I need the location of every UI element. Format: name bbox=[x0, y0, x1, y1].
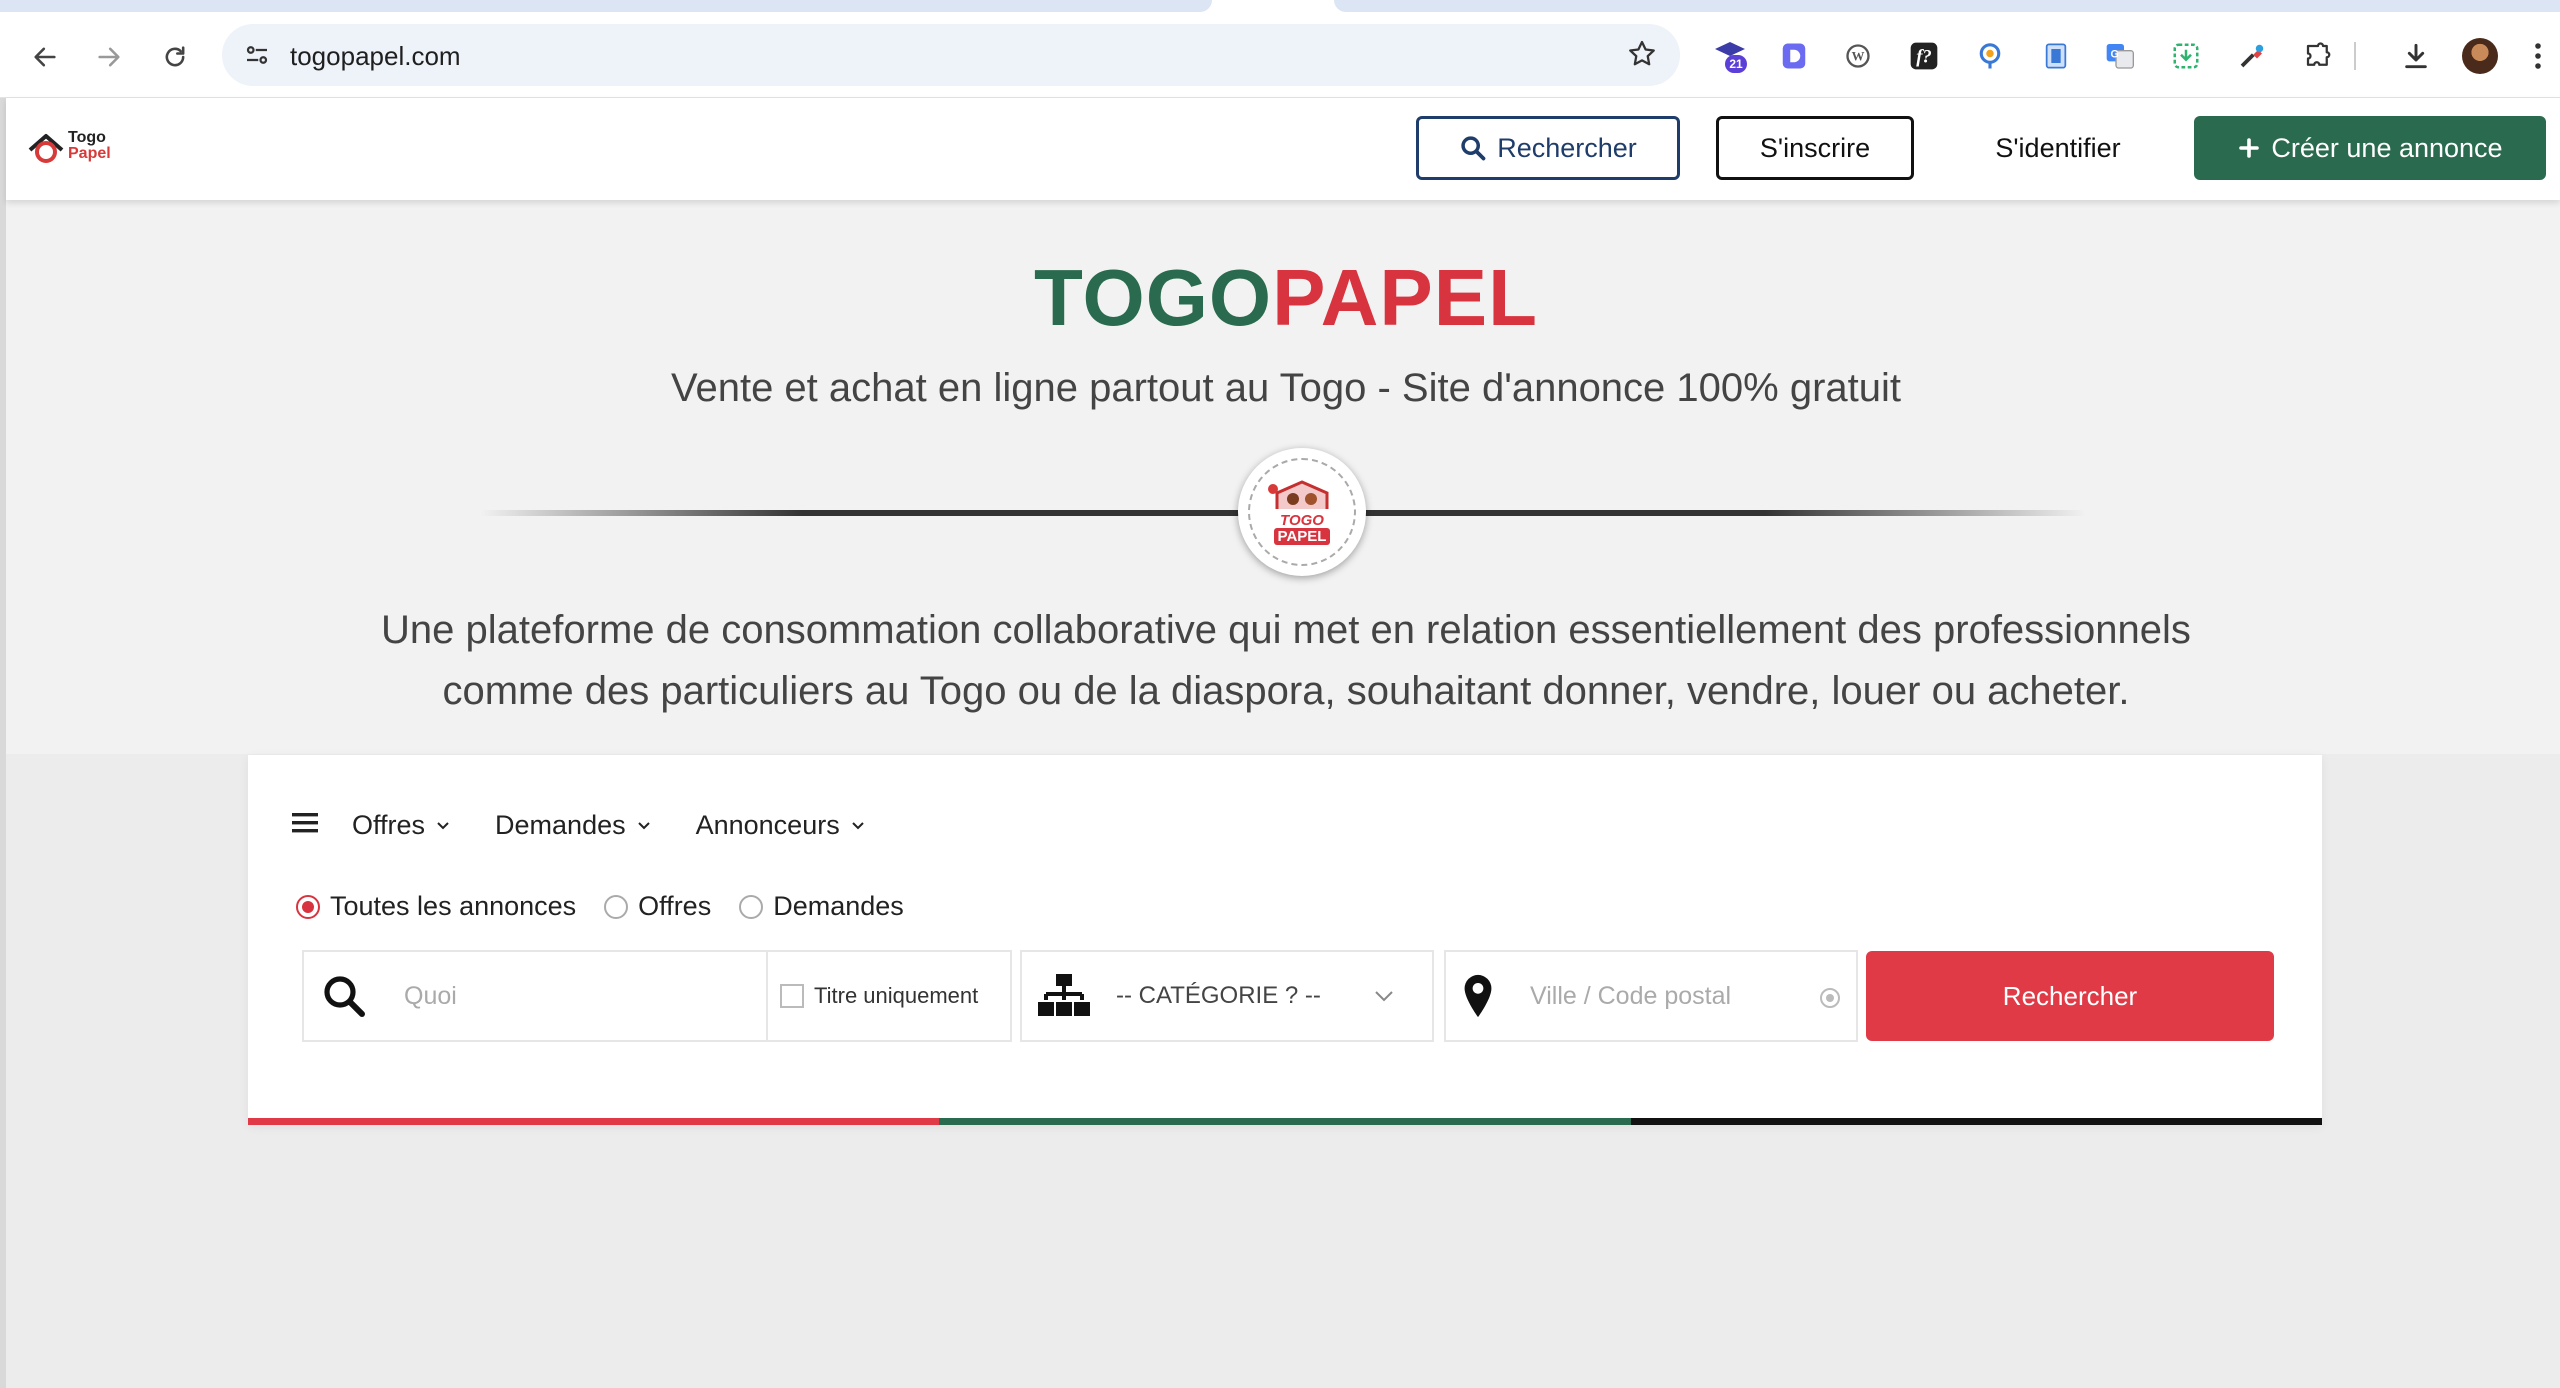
address-bar[interactable]: togopapel.com bbox=[222, 24, 1680, 86]
sitemap-icon bbox=[1038, 974, 1090, 1016]
url-text[interactable]: togopapel.com bbox=[290, 41, 461, 72]
profile-avatar[interactable] bbox=[2460, 36, 2500, 76]
menu-offres-label: Offres bbox=[352, 809, 426, 840]
radio-offres[interactable]: Offres bbox=[604, 891, 711, 922]
extension-d-icon[interactable] bbox=[1774, 36, 1814, 76]
logo-line2: Papel bbox=[68, 145, 111, 162]
extension-download-green-icon[interactable] bbox=[2166, 36, 2206, 76]
search-submit-label: Rechercher bbox=[2002, 980, 2138, 1011]
hero-title-part1: TOGO bbox=[1034, 253, 1273, 342]
back-icon[interactable] bbox=[24, 36, 66, 78]
chevron-down-icon bbox=[1375, 991, 1393, 1002]
badge-line2: PAPEL bbox=[1273, 528, 1331, 545]
background-tab[interactable] bbox=[0, 0, 1212, 12]
hero-description-line1: Une plateforme de consommation collabora… bbox=[381, 608, 2191, 652]
hero-description-line2: comme des particuliers au Togo ou de la … bbox=[442, 669, 2130, 713]
category-select[interactable]: -- CATÉGORIE ? -- bbox=[1020, 950, 1434, 1042]
plus-icon bbox=[2239, 138, 2260, 158]
search-submit-button[interactable]: Rechercher bbox=[1866, 951, 2274, 1041]
listing-type-radios: Toutes les annonces Offres Demandes bbox=[296, 891, 932, 922]
chevron-down-icon bbox=[637, 822, 650, 830]
header-search-label: Rechercher bbox=[1497, 132, 1637, 163]
chevron-down-icon bbox=[852, 822, 864, 830]
logo-text: Togo Papel bbox=[68, 130, 111, 162]
radio-offres-label: Offres bbox=[638, 891, 712, 921]
title-only-label: Titre uniquement bbox=[814, 983, 979, 1008]
tab-strip bbox=[0, 0, 2560, 14]
radio-all-dot[interactable] bbox=[296, 894, 320, 919]
menu-demandes[interactable]: Demandes bbox=[495, 810, 652, 841]
search-menu: Offres Demandes Annonceurs bbox=[292, 805, 910, 845]
forward-icon[interactable] bbox=[88, 36, 130, 78]
tricolor-green bbox=[939, 1118, 1631, 1125]
menu-demandes-label: Demandes bbox=[495, 809, 626, 840]
hero-title: TOGOPAPEL bbox=[0, 252, 2560, 344]
radio-demandes[interactable]: Demandes bbox=[739, 891, 904, 922]
badge-line1: TOGO bbox=[1280, 512, 1324, 529]
search-icon bbox=[1461, 136, 1486, 161]
tricolor-bar bbox=[248, 1118, 2322, 1125]
translate-icon[interactable]: G bbox=[2100, 36, 2140, 76]
map-pin-icon bbox=[1464, 974, 1492, 1018]
wordpress-icon[interactable]: W bbox=[1838, 36, 1878, 76]
extensions-puzzle-icon[interactable] bbox=[2298, 36, 2338, 76]
category-label: -- CATÉGORIE ? -- bbox=[1116, 982, 1321, 1009]
hero-description: Une plateforme de consommation collabora… bbox=[240, 600, 2332, 722]
logo-line1: Togo bbox=[68, 129, 106, 146]
login-link[interactable]: S'identifier bbox=[1968, 116, 2148, 180]
hero-subtitle: Vente et achat en ligne partout au Togo … bbox=[670, 366, 1902, 410]
browser-toolbar: togopapel.com 21 W f? G bbox=[0, 14, 2560, 98]
menu-kebab-icon[interactable] bbox=[2526, 36, 2550, 76]
signup-button[interactable]: S'inscrire bbox=[1716, 116, 1914, 180]
tricolor-black bbox=[1630, 1118, 2322, 1125]
search-card: Offres Demandes Annonceurs Toutes les an… bbox=[248, 755, 2322, 1125]
radio-demandes-dot[interactable] bbox=[739, 894, 764, 919]
create-listing-button[interactable]: Créer une annonce bbox=[2194, 116, 2546, 180]
toolbar-separator bbox=[2352, 36, 2358, 76]
extension-doc-icon[interactable] bbox=[2036, 36, 2076, 76]
color-picker-icon[interactable] bbox=[2232, 36, 2272, 76]
locate-me-icon[interactable] bbox=[1818, 986, 1842, 1010]
site-info-icon[interactable] bbox=[242, 40, 272, 75]
keyword-placeholder: Quoi bbox=[404, 981, 457, 1010]
checkbox-box[interactable] bbox=[780, 984, 804, 1008]
svg-text:f?: f? bbox=[1916, 47, 1932, 68]
tricolor-red bbox=[248, 1118, 940, 1125]
site-header: Togo Papel Rechercher S'inscrire S'ident… bbox=[6, 98, 2560, 200]
radio-offres-dot[interactable] bbox=[604, 894, 629, 919]
keyword-input[interactable]: Quoi bbox=[302, 950, 768, 1042]
badge-house-icon bbox=[1268, 480, 1329, 509]
hero-title-part2: PAPEL bbox=[1272, 253, 1538, 342]
radio-demandes-label: Demandes bbox=[773, 891, 904, 921]
menu-annonceurs-label: Annonceurs bbox=[695, 809, 840, 840]
reload-icon[interactable] bbox=[154, 36, 196, 78]
city-placeholder: Ville / Code postal bbox=[1530, 981, 1732, 1010]
hamburger-icon[interactable] bbox=[292, 812, 318, 839]
logo-house-icon bbox=[28, 134, 64, 163]
brand-badge-inner: TOGO PAPEL bbox=[1248, 458, 1356, 566]
chevron-down-icon bbox=[437, 822, 449, 830]
city-input[interactable]: Ville / Code postal bbox=[1444, 950, 1858, 1042]
site-logo[interactable]: Togo Papel bbox=[26, 128, 136, 172]
brand-badge: TOGO PAPEL bbox=[1238, 448, 1366, 576]
background-tab[interactable] bbox=[1334, 0, 2560, 12]
menu-offres[interactable]: Offres bbox=[352, 810, 451, 841]
login-label: S'identifier bbox=[1995, 132, 2121, 163]
svg-text:W: W bbox=[1852, 50, 1865, 64]
extension-graduation-icon[interactable]: 21 bbox=[1710, 36, 1750, 76]
font-f-icon[interactable]: f? bbox=[1904, 36, 1944, 76]
title-only-checkbox[interactable]: Titre uniquement bbox=[766, 950, 1012, 1042]
create-listing-label: Créer une annonce bbox=[2271, 132, 2503, 163]
svg-text:G: G bbox=[2111, 48, 2119, 60]
bookmark-star-icon[interactable] bbox=[1626, 38, 1658, 75]
menu-annonceurs[interactable]: Annonceurs bbox=[696, 810, 866, 841]
svg-text:21: 21 bbox=[1729, 57, 1743, 71]
download-icon[interactable] bbox=[2396, 36, 2436, 76]
radio-all-label: Toutes les annonces bbox=[330, 891, 577, 921]
extension-pin-icon[interactable] bbox=[1970, 36, 2010, 76]
header-search-button[interactable]: Rechercher bbox=[1416, 116, 1680, 180]
signup-label: S'inscrire bbox=[1759, 132, 1871, 163]
radio-all[interactable]: Toutes les annonces bbox=[296, 891, 576, 922]
search-icon bbox=[324, 976, 365, 1017]
